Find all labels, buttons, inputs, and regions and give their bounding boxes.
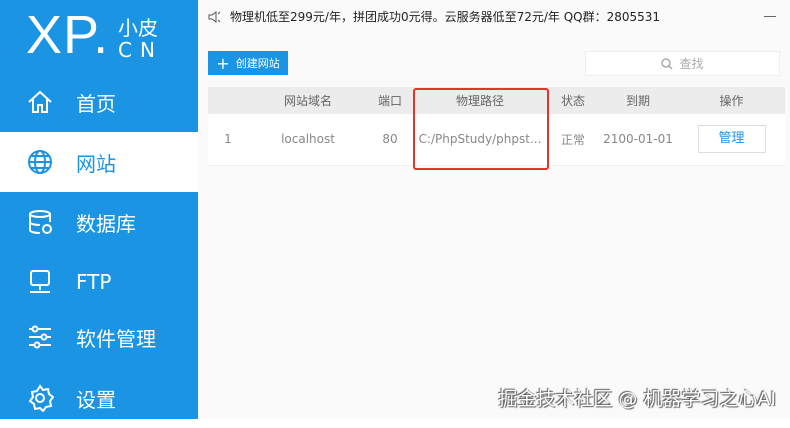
nav-label: 软件管理 (76, 326, 156, 351)
cell-action: 管理 (678, 114, 785, 166)
ftp-server-icon (30, 270, 50, 293)
globe-icon (28, 150, 52, 174)
notice-bar: 物理机低至299元/年，拼团成功0元得。云服务器低至72元/年 QQ群：2805… (208, 8, 660, 25)
notice-text[interactable]: 物理机低至299元/年，拼团成功0元得。云服务器低至72元/年 QQ群：2805… (230, 8, 660, 25)
nav-label: 首页 (76, 91, 116, 116)
search-input[interactable]: 查找 (585, 51, 780, 76)
search-icon (661, 57, 674, 70)
sliders-icon (29, 325, 51, 349)
col-domain: 网站域名 (248, 87, 368, 114)
search-placeholder: 查找 (679, 57, 704, 71)
speaker-icon (208, 10, 221, 23)
main-panel: 物理机低至299元/年，拼团成功0元得。云服务器低至72元/年 QQ群：2805… (198, 0, 790, 419)
cell-expiry: 2100-01-01 (598, 114, 678, 166)
nav-label: FTP (76, 270, 112, 294)
cell-port: 80 (368, 114, 412, 166)
logo-main: XP. (26, 5, 110, 65)
logo-cn: CN (118, 38, 163, 62)
nav-item-home[interactable]: 首页 (0, 72, 198, 132)
nav-item-website[interactable]: 网站 (0, 132, 198, 192)
col-status: 状态 (548, 87, 598, 114)
col-port: 端口 (368, 87, 412, 114)
logo: XP. 小皮 CN (0, 0, 198, 72)
nav-item-settings[interactable]: 设置 (0, 368, 198, 428)
nav-label: 网站 (76, 151, 116, 176)
nav-label: 设置 (76, 387, 116, 412)
minimize-button[interactable] (764, 16, 776, 17)
create-website-button[interactable]: + 创建网站 (208, 51, 288, 75)
database-icon (29, 210, 52, 234)
nav-item-software[interactable]: 软件管理 (0, 307, 198, 367)
col-index (208, 87, 248, 114)
create-label: 创建网站 (235, 57, 280, 70)
nav-item-database[interactable]: 数据库 (0, 192, 198, 252)
col-action: 操作 (678, 87, 785, 114)
sidebar: XP. 小皮 CN 首页 网站 数据库 FTP 软件管理 设置 (0, 0, 198, 419)
col-expiry: 到期 (598, 87, 678, 114)
nav-item-ftp[interactable]: FTP (0, 252, 198, 312)
home-icon (28, 90, 52, 113)
cell-status: 正常 (548, 114, 598, 166)
manage-button[interactable]: 管理 (697, 125, 766, 154)
nav-label: 数据库 (76, 211, 136, 236)
cell-domain: localhost (248, 114, 368, 166)
plus-icon: + (216, 53, 230, 73)
logo-small: 小皮 (118, 16, 158, 40)
path-highlight-box (413, 88, 549, 170)
cell-index: 1 (208, 114, 248, 166)
gear-icon (28, 384, 54, 412)
watermark: 掘金技术社区 @ 机器学习之心AI (498, 388, 776, 410)
